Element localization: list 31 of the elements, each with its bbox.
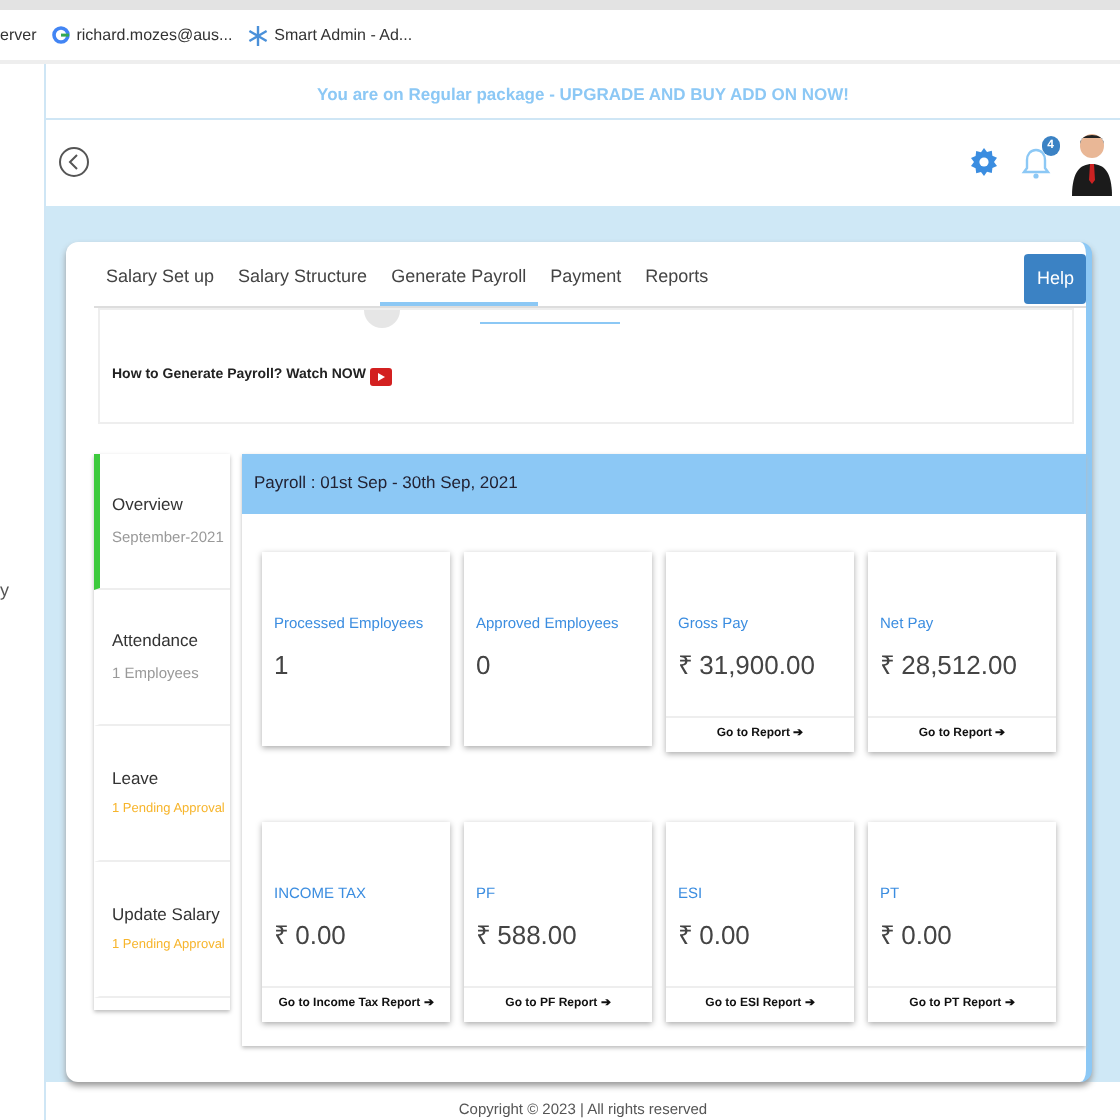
item-title: Overview: [112, 492, 185, 518]
tab[interactable]: Generate Payroll: [379, 251, 539, 306]
stat-value: ₹ 31,900.00: [678, 648, 817, 684]
item-title: Leave: [112, 766, 161, 792]
back-icon: [58, 146, 90, 179]
avatar-icon: [1072, 128, 1112, 197]
bookmark-link[interactable]: Smart Admin - Ad...: [274, 23, 413, 47]
partial-text: y: [0, 578, 11, 605]
stat-value: ₹ 588.00: [476, 918, 579, 954]
stat-value: ₹ 28,512.00: [880, 648, 1019, 684]
stat-value: ₹ 0.00: [678, 918, 752, 954]
stat-value: ₹ 0.00: [880, 918, 954, 954]
help-button[interactable]: Help: [1024, 253, 1086, 304]
bell-icon: [1020, 144, 1052, 181]
settings-icon: [968, 146, 1000, 179]
tab[interactable]: Payment: [538, 251, 634, 306]
stat-value: 1: [274, 648, 291, 684]
stat-value: ₹ 0.00: [274, 918, 348, 954]
tab[interactable]: Reports: [633, 251, 721, 306]
bookmark-link[interactable]: erver: [0, 23, 37, 47]
tab[interactable]: Salary Set up: [94, 251, 227, 306]
google-icon: [52, 26, 71, 44]
bookmark-link[interactable]: richard.mozes@aus...: [76, 23, 233, 47]
item-title: Attendance: [112, 628, 201, 654]
play-icon: [369, 367, 392, 385]
period-header: Payroll : 01st Sep - 30th Sep, 2021: [242, 453, 1086, 514]
snowflake-icon: [248, 25, 269, 45]
tab[interactable]: Salary Structure: [226, 251, 380, 306]
item-title: Update Salary: [112, 902, 222, 928]
stat-value: 0: [476, 648, 493, 684]
underline-mark: [480, 321, 620, 324]
